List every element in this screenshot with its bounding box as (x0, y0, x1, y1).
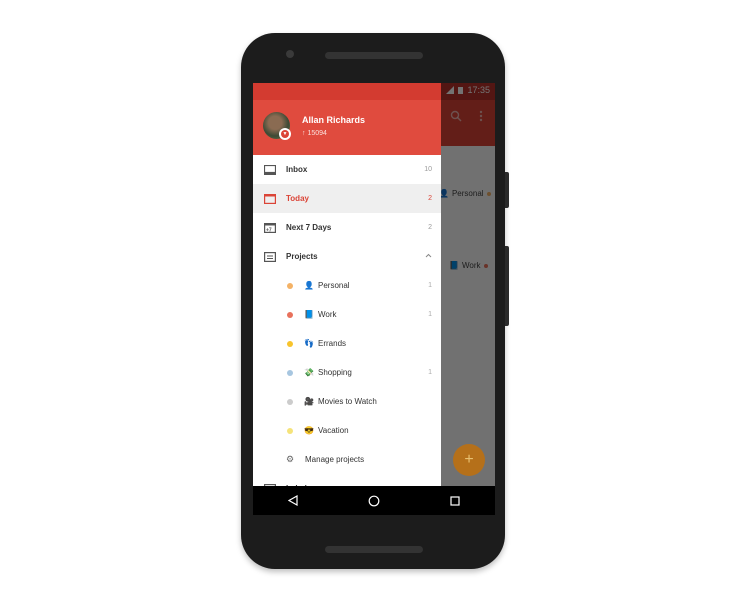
user-karma: ↑ 15094 (302, 130, 327, 137)
back-icon[interactable] (278, 491, 308, 511)
footprints-icon: 👣 (304, 339, 314, 348)
gear-icon: ⚙ (285, 454, 295, 464)
front-camera (286, 50, 294, 58)
project-color-dot (287, 398, 293, 405)
project-work[interactable]: 📘 Work 1 (253, 300, 441, 329)
calendar-week-icon: +7 (263, 222, 276, 233)
navigation-drawer: ▼ Allan Richards ↑ 15094 Inbox 10 Today … (253, 83, 441, 486)
premium-badge-icon: ▼ (279, 128, 291, 140)
movie-camera-icon: 🎥 (304, 397, 314, 406)
project-color-dot (287, 311, 293, 318)
drawer-status-bar (253, 83, 441, 100)
money-icon: 💸 (304, 368, 314, 377)
svg-text:+7: +7 (266, 228, 272, 234)
home-icon[interactable] (359, 491, 389, 511)
project-color-dot (287, 369, 293, 376)
user-name: Allan Richards (302, 115, 366, 125)
project-personal[interactable]: 👤 Personal 1 (253, 271, 441, 300)
speaker-bottom (325, 546, 423, 553)
nav-item-next-7-days[interactable]: +7 Next 7 Days 2 (253, 213, 441, 242)
calendar-today-icon (263, 193, 276, 204)
nav-item-projects[interactable]: Projects (253, 242, 441, 271)
sunglasses-face-icon: 😎 (304, 426, 314, 435)
volume-button (505, 172, 509, 208)
inbox-icon (263, 164, 276, 175)
add-task-fab[interactable]: + (453, 444, 485, 476)
projects-icon (263, 251, 276, 262)
drawer-header[interactable]: ▼ Allan Richards ↑ 15094 (253, 100, 441, 155)
collapse-chevron-icon[interactable] (425, 253, 432, 260)
project-vacation[interactable]: 😎 Vacation (253, 416, 441, 445)
nav-item-labels[interactable]: Labels (253, 474, 441, 486)
manage-projects[interactable]: ⚙ Manage projects (253, 445, 441, 474)
speaker-top (325, 52, 423, 59)
screen: 17:35 👤 Personal 📘 Work + ▼ Allan Richar… (253, 83, 495, 515)
book-icon: 📘 (304, 310, 314, 319)
project-color-dot (287, 427, 293, 434)
project-shopping[interactable]: 💸 Shopping 1 (253, 358, 441, 387)
nav-item-today[interactable]: Today 2 (253, 184, 441, 213)
project-errands[interactable]: 👣 Errands (253, 329, 441, 358)
recents-icon[interactable] (440, 491, 470, 511)
system-nav-bar (253, 486, 495, 515)
person-icon: 👤 (304, 281, 314, 290)
nav-item-inbox[interactable]: Inbox 10 (253, 155, 441, 184)
project-color-dot (287, 340, 293, 347)
project-color-dot (287, 282, 293, 289)
power-button (505, 246, 509, 326)
project-movies-to-watch[interactable]: 🎥 Movies to Watch (253, 387, 441, 416)
